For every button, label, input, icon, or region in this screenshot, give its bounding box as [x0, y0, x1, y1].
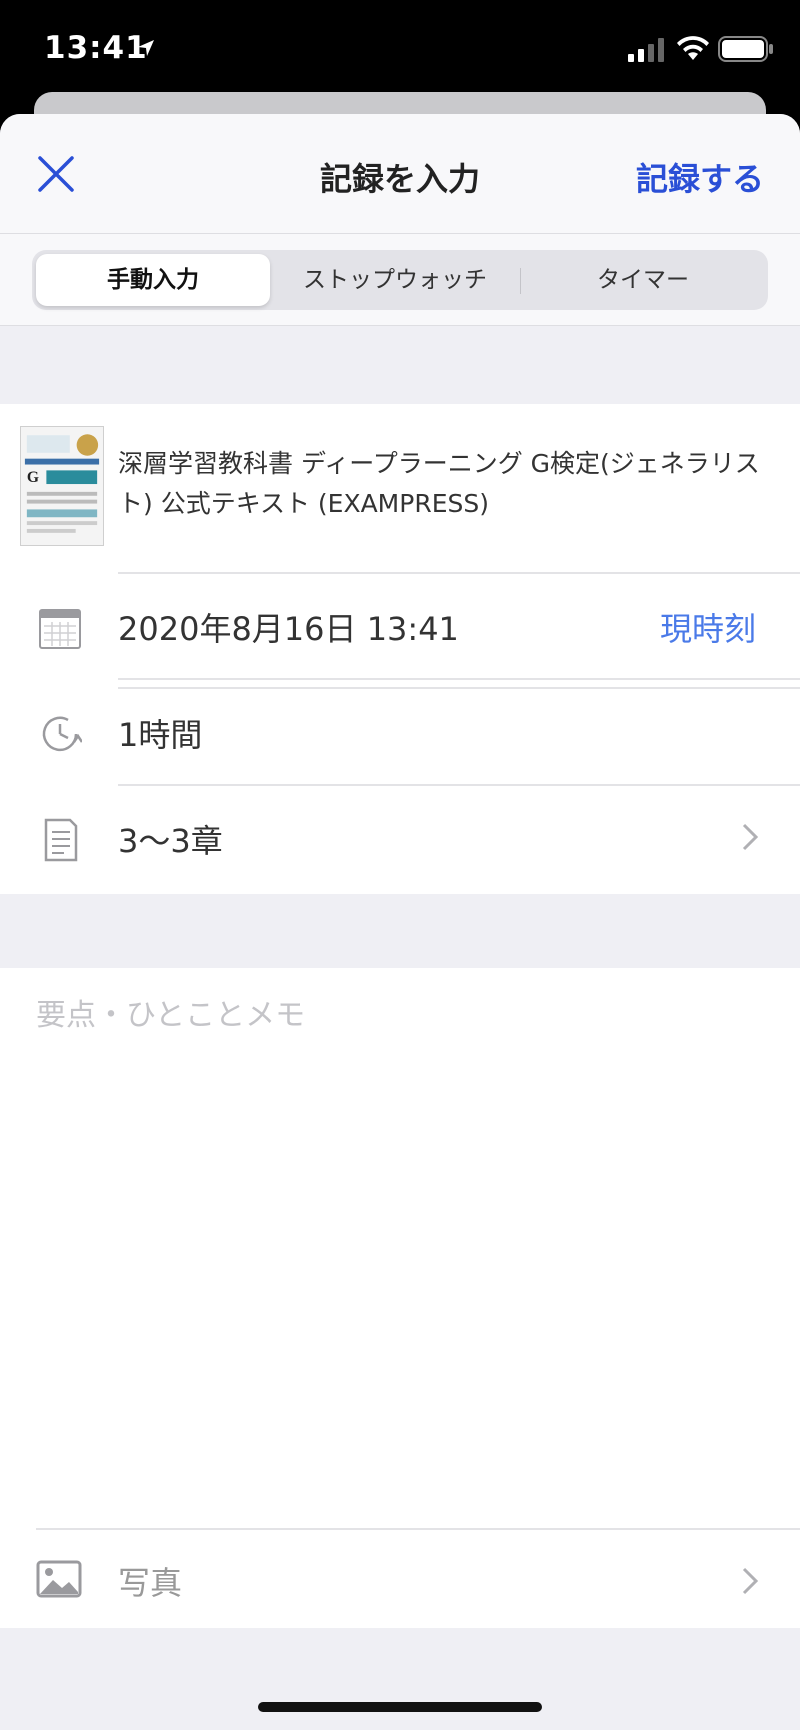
datetime-row[interactable]: 2020年8月16日 13:41 現時刻 — [0, 574, 800, 678]
memo-section: 写真 — [0, 968, 800, 1628]
clock-icon — [42, 716, 82, 752]
wifi-icon — [677, 36, 709, 60]
duration-row[interactable]: 1時間 — [0, 680, 800, 784]
book-cover-image: G — [20, 426, 104, 546]
photo-row[interactable]: 写真 — [0, 1530, 800, 1628]
input-mode-segmented-control: 手動入力 ストップウォッチ タイマー — [32, 250, 768, 310]
range-value: 3〜3章 — [118, 822, 223, 860]
photo-icon — [36, 1560, 82, 1598]
home-indicator — [258, 1702, 542, 1712]
battery-icon — [718, 36, 773, 62]
status-time: 13:41 — [44, 30, 148, 66]
location-arrow-icon — [138, 40, 154, 56]
document-icon — [44, 818, 78, 862]
calendar-icon — [39, 609, 81, 649]
segment-divider — [520, 268, 521, 294]
segment-stopwatch[interactable]: ストップウォッチ — [272, 254, 518, 306]
book-title: 深層学習教科書 ディープラーニング G検定(ジェネラリスト) 公式テキスト (E… — [118, 449, 760, 518]
photo-label: 写真 — [118, 1564, 183, 1602]
book-row[interactable]: G 深層学習教科書 ディープラーニング G検定(ジェネラリスト) 公式テキスト … — [0, 404, 800, 573]
record-entry-sheet: 記録を入力 記録する 手動入力 ストップウォッチ タイマー G 深層学習教科書 — [0, 114, 800, 1730]
duration-value: 1時間 — [118, 716, 203, 754]
chevron-right-icon — [742, 823, 759, 851]
memo-input[interactable] — [36, 990, 764, 1450]
datetime-value: 2020年8月16日 13:41 — [118, 610, 459, 648]
save-record-button[interactable]: 記録する — [636, 154, 764, 200]
svg-text:G: G — [27, 469, 39, 486]
cellular-signal-icon — [628, 38, 664, 62]
segment-timer[interactable]: タイマー — [522, 254, 764, 306]
chevron-right-icon — [742, 1567, 759, 1595]
navigation-bar: 記録を入力 記録する — [0, 114, 800, 234]
status-bar: 13:41 — [0, 0, 800, 100]
segment-manual-input[interactable]: 手動入力 — [36, 254, 270, 306]
range-row[interactable]: 3〜3章 — [0, 786, 800, 890]
set-current-time-button[interactable]: 現時刻 — [660, 604, 756, 650]
